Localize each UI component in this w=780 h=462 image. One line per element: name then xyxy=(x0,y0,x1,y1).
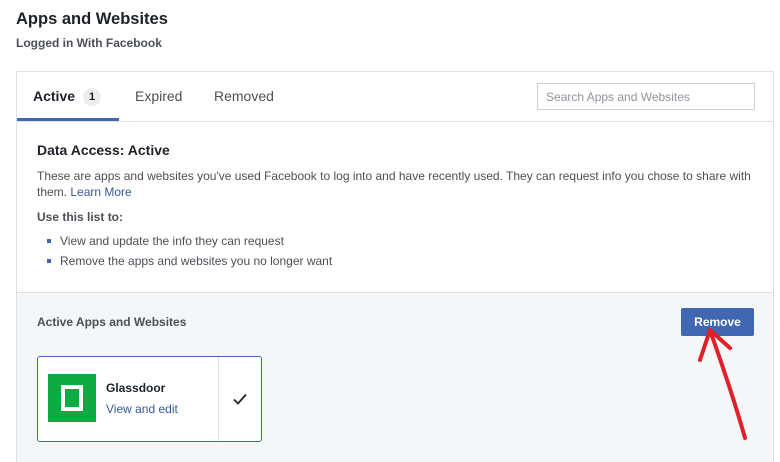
learn-more-link[interactable]: Learn More xyxy=(70,185,131,199)
page-subtitle: Logged in With Facebook xyxy=(16,36,162,50)
page-title: Apps and Websites xyxy=(16,10,168,28)
tab-expired-label: Expired xyxy=(135,88,183,104)
description-text: These are apps and websites you've used … xyxy=(37,169,751,199)
app-select-checkbox[interactable] xyxy=(232,391,248,407)
tab-bar: Active 1 Expired Removed xyxy=(17,72,773,122)
checkmark-icon xyxy=(233,393,247,405)
tab-active-label: Active xyxy=(33,88,76,104)
tab-active[interactable]: Active 1 xyxy=(17,72,119,121)
card-divider xyxy=(218,357,219,441)
tab-removed-label: Removed xyxy=(214,88,274,104)
glassdoor-logo-glyph xyxy=(61,385,83,411)
bullet-icon xyxy=(47,259,51,263)
tab-expired[interactable]: Expired xyxy=(135,72,182,121)
active-apps-section: Active Apps and Websites Remove Glassdoo… xyxy=(17,292,773,462)
apps-and-websites-page: Apps and Websites Logged in With Faceboo… xyxy=(0,0,780,462)
tab-active-count-badge: 1 xyxy=(83,88,102,106)
bullet-icon xyxy=(47,239,51,243)
list-item: Remove the apps and websites you no long… xyxy=(47,253,757,269)
app-name: Glassdoor xyxy=(106,381,166,395)
use-list: View and update the info they can reques… xyxy=(47,233,757,269)
data-access-info: Data Access: Active These are apps and w… xyxy=(37,142,757,273)
bullet-text: View and update the info they can reques… xyxy=(60,234,284,248)
active-apps-heading: Active Apps and Websites xyxy=(37,315,187,329)
data-access-description: These are apps and websites you've used … xyxy=(37,168,757,200)
bullet-text: Remove the apps and websites you no long… xyxy=(60,254,333,268)
remove-button[interactable]: Remove xyxy=(681,308,754,336)
view-and-edit-link[interactable]: View and edit xyxy=(106,402,178,416)
glassdoor-logo-icon xyxy=(48,374,96,422)
app-card-glassdoor[interactable]: Glassdoor View and edit xyxy=(37,356,262,442)
apps-panel: Active 1 Expired Removed Data Access: Act… xyxy=(16,71,774,462)
use-list-label: Use this list to: xyxy=(37,210,124,224)
search-input[interactable] xyxy=(537,83,755,110)
tab-removed[interactable]: Removed xyxy=(214,72,274,121)
data-access-title: Data Access: Active xyxy=(37,142,170,158)
list-item: View and update the info they can reques… xyxy=(47,233,757,249)
